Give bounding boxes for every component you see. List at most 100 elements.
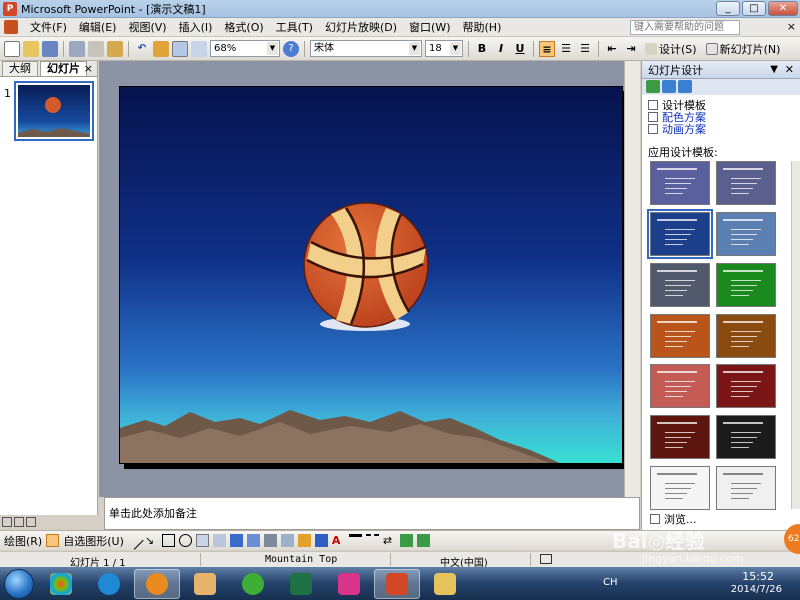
print-icon[interactable] bbox=[69, 40, 85, 57]
link-animation-scheme[interactable]: 动画方案 bbox=[648, 123, 794, 136]
language-indicator[interactable]: CH bbox=[603, 577, 618, 588]
design-template-thumbnail[interactable] bbox=[716, 364, 776, 409]
notes-pane[interactable]: 单击此处添加备注 bbox=[104, 497, 640, 530]
maximize-button[interactable]: □ bbox=[742, 1, 766, 16]
design-template-thumbnail[interactable] bbox=[650, 161, 710, 205]
design-template-thumbnail[interactable] bbox=[716, 262, 776, 307]
undo-icon[interactable]: ↶ bbox=[134, 41, 150, 57]
bold-button[interactable]: B bbox=[474, 41, 490, 57]
picture-icon[interactable] bbox=[280, 534, 294, 547]
table-icon[interactable] bbox=[172, 40, 188, 57]
align-left-icon[interactable]: ≡ bbox=[539, 40, 555, 57]
design-template-thumbnail[interactable] bbox=[716, 466, 776, 511]
taskbar-contacts[interactable] bbox=[182, 569, 228, 599]
menu-tools[interactable]: 工具(T) bbox=[270, 18, 319, 37]
chevron-down-icon[interactable]: ▼ bbox=[267, 42, 278, 55]
menu-file[interactable]: 文件(F) bbox=[24, 18, 73, 37]
fill-color-icon[interactable] bbox=[297, 534, 311, 547]
clock-date[interactable]: 2014/7/26 bbox=[731, 584, 782, 595]
basketball-image[interactable] bbox=[301, 202, 431, 329]
chevron-down-icon[interactable]: ▼ bbox=[450, 42, 461, 55]
taskbar-excel[interactable] bbox=[278, 569, 324, 599]
chevron-down-icon[interactable]: ▼ bbox=[409, 42, 420, 55]
menu-format[interactable]: 格式(O) bbox=[218, 18, 269, 37]
shadow-icon[interactable] bbox=[399, 534, 413, 547]
menu-slideshow[interactable]: 幻灯片放映(D) bbox=[319, 18, 403, 37]
design-template-thumbnail[interactable] bbox=[650, 466, 710, 511]
help-icon[interactable]: ? bbox=[283, 40, 299, 57]
chart-icon[interactable] bbox=[153, 40, 169, 57]
menu-insert[interactable]: 插入(I) bbox=[173, 18, 219, 37]
oval-icon[interactable] bbox=[178, 534, 192, 547]
back-icon[interactable] bbox=[646, 80, 660, 93]
grid-icon[interactable] bbox=[191, 40, 207, 57]
line-icon[interactable] bbox=[125, 531, 144, 550]
dash-style-icon[interactable] bbox=[365, 534, 379, 547]
design-template-thumbnail[interactable] bbox=[650, 415, 710, 460]
select-pointer-icon[interactable] bbox=[46, 534, 60, 547]
design-template-thumbnail[interactable] bbox=[716, 415, 776, 460]
font-size-select[interactable]: 18 ▼ bbox=[425, 40, 463, 57]
taskbar-app-1[interactable] bbox=[38, 569, 84, 599]
design-template-thumbnail[interactable] bbox=[650, 313, 710, 358]
sorter-view-icon[interactable] bbox=[14, 517, 24, 527]
arrow-style-icon[interactable]: ⇄ bbox=[383, 534, 396, 547]
underline-button[interactable]: U bbox=[512, 41, 528, 57]
copy-icon[interactable] bbox=[88, 40, 104, 57]
save-icon[interactable] bbox=[42, 40, 58, 57]
paste-icon[interactable] bbox=[107, 40, 123, 57]
tab-slides[interactable]: 幻灯片 bbox=[40, 61, 87, 76]
normal-view-icon[interactable] bbox=[2, 517, 12, 527]
wordart-icon[interactable] bbox=[229, 534, 243, 547]
design-button[interactable]: 设计(S) bbox=[642, 41, 700, 57]
zoom-select[interactable]: 68% ▼ bbox=[210, 40, 280, 57]
tab-outline[interactable]: 大纲 bbox=[2, 61, 38, 76]
line-style-icon[interactable] bbox=[348, 534, 362, 547]
font-name-select[interactable]: 宋体 ▼ bbox=[310, 40, 422, 57]
powerpoint-app-icon[interactable]: P bbox=[3, 1, 17, 16]
font-color-icon[interactable]: A bbox=[332, 534, 345, 547]
bullet-list-icon[interactable]: ☰ bbox=[577, 41, 593, 57]
chevron-down-icon[interactable]: ▼ bbox=[770, 64, 778, 75]
taskbar-media[interactable] bbox=[134, 568, 180, 599]
help-search-input[interactable]: 键入需要帮助的问题 bbox=[630, 20, 740, 35]
close-button[interactable]: ✕ bbox=[768, 1, 798, 16]
taskbar-heart-app[interactable] bbox=[326, 569, 372, 599]
new-icon[interactable] bbox=[4, 40, 20, 57]
design-template-thumbnail[interactable] bbox=[716, 211, 776, 256]
design-template-thumbnail[interactable] bbox=[650, 262, 710, 307]
task-pane-close-icon[interactable]: ✕ bbox=[785, 63, 794, 76]
open-icon[interactable] bbox=[23, 40, 39, 57]
draw-menu[interactable]: 绘图(R) bbox=[4, 533, 42, 549]
design-template-thumbnail[interactable] bbox=[650, 364, 710, 409]
taskbar-ie[interactable] bbox=[86, 569, 132, 599]
numbered-list-icon[interactable]: ☰ bbox=[558, 41, 574, 57]
clipart-icon[interactable] bbox=[263, 534, 277, 547]
arrow-icon[interactable]: ↘ bbox=[145, 534, 158, 547]
taskbar-360[interactable] bbox=[230, 569, 276, 599]
3d-icon[interactable] bbox=[416, 534, 430, 547]
slideshow-view-icon[interactable] bbox=[26, 517, 36, 527]
document-close-button[interactable]: × bbox=[787, 20, 796, 33]
diagram-icon[interactable] bbox=[246, 534, 260, 547]
indent-icon[interactable]: ⇤ bbox=[604, 41, 620, 57]
gallery-scrollbar[interactable] bbox=[791, 161, 800, 509]
slide-canvas[interactable] bbox=[119, 86, 623, 464]
design-template-thumbnail[interactable] bbox=[716, 161, 776, 205]
vertical-scrollbar[interactable] bbox=[624, 61, 640, 497]
outdent-icon[interactable]: ⇥ bbox=[623, 41, 639, 57]
menu-help[interactable]: 帮助(H) bbox=[457, 18, 508, 37]
browse-link[interactable]: 浏览... bbox=[650, 511, 697, 527]
design-template-thumbnail[interactable] bbox=[647, 208, 713, 259]
design-template-thumbnail[interactable] bbox=[716, 313, 776, 358]
menu-view[interactable]: 视图(V) bbox=[122, 18, 172, 37]
taskbar-explorer[interactable] bbox=[422, 569, 468, 599]
clock-time[interactable]: 15:52 bbox=[742, 570, 774, 583]
spelling-icon[interactable] bbox=[540, 554, 552, 564]
forward-icon[interactable] bbox=[662, 80, 676, 93]
autoshapes-menu[interactable]: 自选图形(U) bbox=[63, 533, 124, 549]
textbox-icon[interactable] bbox=[195, 534, 209, 547]
minimize-button[interactable]: _ bbox=[716, 1, 740, 16]
rectangle-icon[interactable] bbox=[161, 534, 175, 547]
vertical-textbox-icon[interactable] bbox=[212, 534, 226, 547]
